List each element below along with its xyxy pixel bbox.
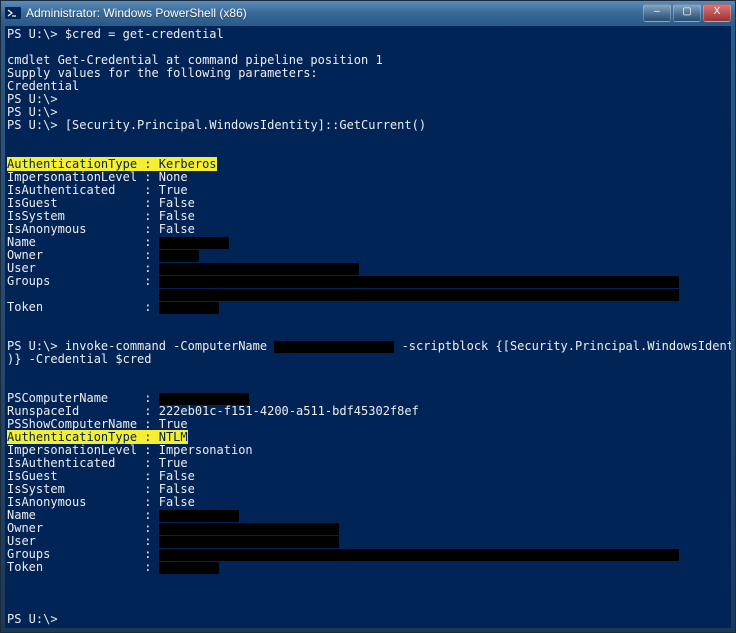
output-value: True <box>159 183 188 197</box>
output-value: True <box>159 417 188 431</box>
prompt: PS U:\> <box>7 105 58 119</box>
output-label: IsGuest <box>7 196 58 210</box>
prompt: PS U:\> <box>7 92 58 106</box>
output-value: False <box>159 482 195 496</box>
output-text: Supply values for the following paramete… <box>7 66 318 80</box>
command-text: [Security.Principal.WindowsIdentity]::Ge… <box>65 118 426 132</box>
output-label: PSComputerName <box>7 391 108 405</box>
output-label: IsAuthenticated <box>7 456 115 470</box>
output-label: IsSystem <box>7 209 65 223</box>
output-label: Token <box>7 300 43 314</box>
prompt: PS U:\> <box>7 339 58 353</box>
prompt: PS U:\> <box>7 612 58 626</box>
output-value: Impersonation <box>159 443 253 457</box>
redacted-value <box>159 523 339 535</box>
output-label: Token <box>7 560 43 574</box>
prompt: PS U:\> <box>7 118 58 132</box>
redacted-value <box>159 536 339 548</box>
output-value: False <box>159 209 195 223</box>
redacted-value <box>159 393 249 405</box>
output-label: Name <box>7 508 36 522</box>
redacted-value <box>159 237 229 249</box>
command-text: invoke-command -ComputerName <box>65 339 267 353</box>
redacted-value <box>159 302 219 314</box>
output-label: IsAuthenticated <box>7 183 115 197</box>
command-text: )} -Credential $cred <box>7 352 152 366</box>
output-label: IsAnonymous <box>7 495 86 509</box>
console-area[interactable]: PS U:\> $cred = get-credential cmdlet Ge… <box>5 26 731 628</box>
redacted-value <box>159 562 219 574</box>
output-label: Owner <box>7 248 43 262</box>
output-label: Groups <box>7 274 50 288</box>
redacted-value <box>159 276 679 288</box>
output-value: False <box>159 469 195 483</box>
redacted-value <box>159 510 239 522</box>
console-output: PS U:\> $cred = get-credential cmdlet Ge… <box>5 26 731 628</box>
redacted-value <box>274 341 394 353</box>
output-value: True <box>159 456 188 470</box>
maximize-button[interactable]: ▢ <box>673 4 701 22</box>
output-value: False <box>159 222 195 236</box>
output-label: ImpersonationLevel <box>7 170 137 184</box>
output-label: Owner <box>7 521 43 535</box>
output-value: False <box>159 495 195 509</box>
output-label: PSShowComputerName <box>7 417 137 431</box>
output-value: False <box>159 196 195 210</box>
prompt: PS U:\> <box>7 27 58 41</box>
window-controls: – ▢ X <box>643 4 731 22</box>
output-label: User <box>7 261 36 275</box>
output-label: IsSystem <box>7 482 65 496</box>
output-label: RunspaceId <box>7 404 79 418</box>
output-label: Name <box>7 235 36 249</box>
output-text: Credential <box>7 79 79 93</box>
titlebar[interactable]: Administrator: Windows PowerShell (x86) … <box>1 1 735 25</box>
powershell-window: Administrator: Windows PowerShell (x86) … <box>0 0 736 633</box>
highlighted-text: AuthenticationType : NTLM <box>7 430 188 444</box>
window-title: Administrator: Windows PowerShell (x86) <box>26 6 643 20</box>
output-label: ImpersonationLevel <box>7 443 137 457</box>
redacted-value <box>159 263 359 275</box>
output-value: None <box>159 170 188 184</box>
output-label: Groups <box>7 547 50 561</box>
output-label: IsGuest <box>7 469 58 483</box>
redacted-value <box>159 549 679 561</box>
close-button[interactable]: X <box>703 4 731 22</box>
output-value: 222eb01c-f151-4200-a511-bdf45302f8ef <box>159 404 419 418</box>
highlighted-text: AuthenticationType : Kerberos <box>7 157 217 171</box>
redacted-value <box>159 250 199 262</box>
minimize-button[interactable]: – <box>643 4 671 22</box>
output-label: IsAnonymous <box>7 222 86 236</box>
command-text: $cred = get-credential <box>65 27 224 41</box>
powershell-icon <box>5 5 21 21</box>
command-text: -scriptblock {[Security.Principal.Window… <box>402 339 731 353</box>
redacted-value <box>159 289 679 301</box>
output-label: User <box>7 534 36 548</box>
output-text: cmdlet Get-Credential at command pipelin… <box>7 53 383 67</box>
